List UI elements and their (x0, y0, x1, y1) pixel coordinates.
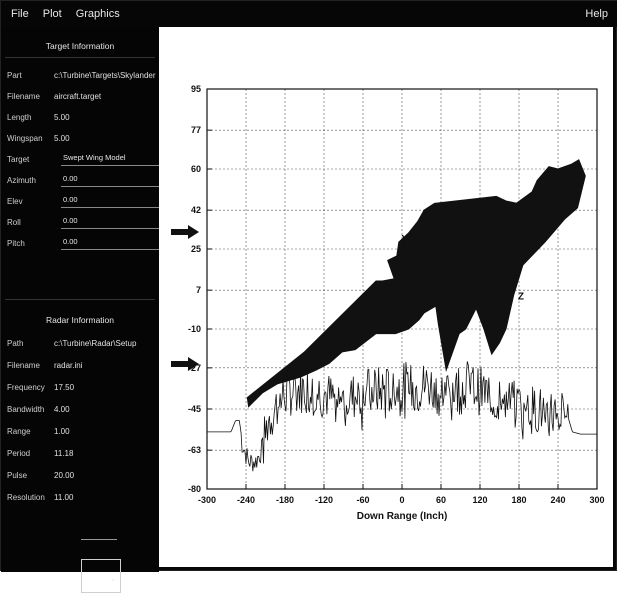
lower-arrow-icon (171, 357, 199, 371)
target-info-input[interactable]: 0.00 (61, 174, 159, 187)
preview-box[interactable]: ▫ (81, 559, 121, 593)
range-profile-chart[interactable]: -300 -240 -180 -120 -60 0 60 120 180 240 300 -80 -63… (159, 27, 613, 567)
radar-info-value: 17.50 (54, 383, 75, 392)
y-tick-label: 7 (196, 285, 201, 295)
section-divider (5, 299, 155, 300)
menu-plot[interactable]: Plot (43, 8, 62, 20)
radar-info-label: Period (7, 449, 31, 458)
radar-info-row: Period 11.18 (7, 449, 157, 461)
x-tick-label: 60 (436, 495, 446, 505)
x-tick-label: 0 (399, 495, 404, 505)
y-tick-label: -63 (188, 445, 201, 455)
axis-annotation-label: X (401, 234, 408, 245)
info-sidebar: Target Information Part c:\Turbine\Target… (1, 27, 159, 593)
axis-annotation-label: Z (518, 291, 524, 302)
plot-panel: -300 -240 -180 -120 -60 0 60 120 180 240 300 -80 -63… (159, 27, 613, 567)
x-tick-label: -180 (276, 495, 294, 505)
radar-info-row: Range 1.00 (7, 427, 157, 439)
radar-info-value: 11.18 (54, 449, 74, 458)
radar-info-row: Pulse 20.00 (7, 471, 157, 483)
target-info-value: c:\Turbine\Targets\Skylander (54, 71, 156, 80)
x-tick-label: 240 (550, 495, 565, 505)
radar-info-row: Frequency 17.50 (7, 383, 157, 395)
target-info-label: Azimuth (7, 176, 36, 185)
radar-info-label: Range (7, 427, 31, 436)
target-info-label: Length (7, 113, 32, 122)
x-tick-label: -120 (315, 495, 333, 505)
radar-info-value: c:\Turbine\Radar\Setup (54, 339, 137, 348)
target-info-row: Elev 0.00 (7, 195, 159, 209)
x-tick-label: -300 (198, 495, 216, 505)
y-tick-label: -45 (188, 404, 201, 414)
menu-graphics[interactable]: Graphics (76, 8, 120, 20)
radar-info-value: 11.00 (54, 493, 74, 502)
radar-info-label: Bandwidth (7, 405, 45, 414)
target-info-label: Elev (7, 197, 23, 206)
radar-info-value: 4.00 (54, 405, 70, 414)
upper-arrow-icon (171, 225, 199, 239)
x-tick-label: -240 (237, 495, 255, 505)
target-info-label: Filename (7, 92, 40, 101)
x-tick-label: -60 (356, 495, 369, 505)
target-silhouette-shape (246, 159, 586, 408)
target-info-row: Roll 0.00 (7, 216, 159, 230)
menu-bar: File Plot Graphics Help (1, 1, 617, 27)
radar-info-row: Resolution 11.00 (7, 493, 157, 505)
target-info-label: Roll (7, 218, 21, 227)
radar-info-label: Path (7, 339, 24, 348)
target-info-value: aircraft.target (54, 92, 102, 101)
target-info-row: Target Swept Wing Model (7, 153, 159, 167)
radar-info-value: 1.00 (54, 427, 70, 436)
x-tick-label: 300 (589, 495, 604, 505)
x-axis-label: Down Range (Inch) (357, 511, 448, 522)
slider-track[interactable] (81, 539, 117, 540)
target-info-row: Length 5.00 (7, 113, 157, 125)
y-tick-label: 95 (191, 84, 201, 94)
target-info-label: Pitch (7, 239, 25, 248)
y-tick-label: 25 (191, 244, 201, 254)
target-info-value: 5.00 (54, 113, 70, 122)
target-info-input[interactable]: 0.00 (61, 216, 159, 229)
x-tick-label: 120 (472, 495, 487, 505)
menu-file[interactable]: File (11, 8, 29, 20)
x-tick-label: 180 (511, 495, 526, 505)
y-tick-label: 42 (191, 205, 201, 215)
target-info-row: Filename aircraft.target (7, 92, 157, 104)
target-info-row: Pitch 0.00 (7, 237, 159, 251)
radar-info-label: Resolution (7, 493, 45, 502)
target-section-divider (5, 57, 155, 58)
radar-section-title: Radar Information (45, 315, 115, 325)
radar-info-label: Filename (7, 361, 40, 370)
target-info-label: Wingspan (7, 134, 43, 143)
radar-info-value: 20.00 (54, 471, 75, 480)
y-tick-label: 60 (191, 164, 201, 174)
target-section-title: Target Information (45, 41, 115, 51)
radar-info-row: Filename radar.ini (7, 361, 157, 373)
target-info-input[interactable]: 0.00 (61, 195, 159, 208)
target-info-input[interactable]: 0.00 (61, 237, 159, 250)
preview-box-marker: ▫ (111, 577, 114, 584)
y-tick-label: -10 (188, 324, 201, 334)
menu-help[interactable]: Help (585, 8, 608, 20)
radar-info-label: Frequency (7, 383, 45, 392)
application-window: File Plot Graphics Help Target Informati… (0, 0, 617, 593)
target-info-label: Target (7, 155, 30, 164)
target-info-label: Part (7, 71, 22, 80)
target-info-row: Azimuth 0.00 (7, 174, 159, 188)
radar-info-row: Path c:\Turbine\Radar\Setup (7, 339, 157, 351)
target-info-row: Wingspan 5.00 (7, 134, 157, 146)
y-tick-label: -80 (188, 484, 201, 494)
radar-info-label: Pulse (7, 471, 28, 480)
radar-info-row: Bandwidth 4.00 (7, 405, 157, 417)
target-info-value: 5.00 (54, 134, 70, 143)
y-tick-label: 77 (191, 125, 201, 135)
target-info-input[interactable]: Swept Wing Model (61, 153, 159, 166)
radar-info-value: radar.ini (54, 361, 83, 370)
target-info-row: Part c:\Turbine\Targets\Skylander (7, 71, 157, 83)
